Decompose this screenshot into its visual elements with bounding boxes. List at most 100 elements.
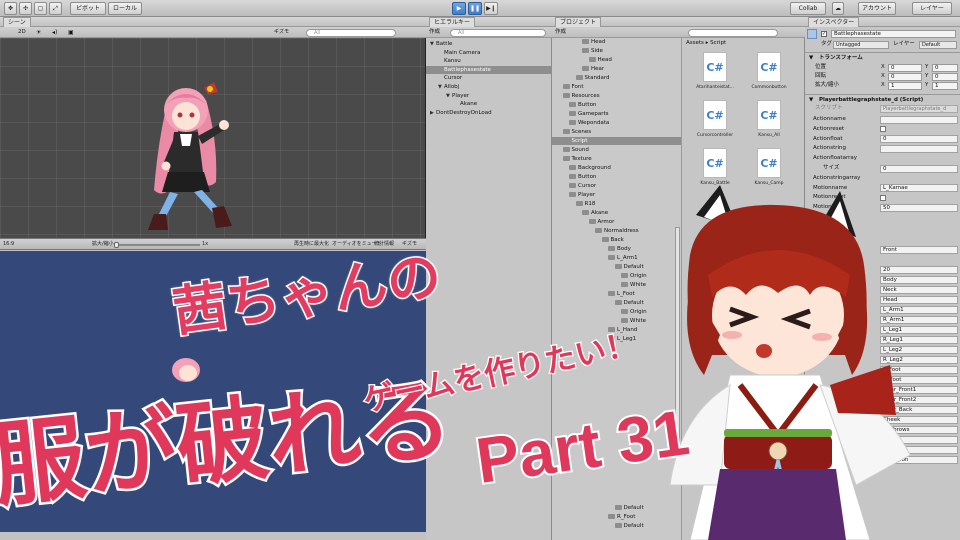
script-asset[interactable]: C# Atarihanteistat... (689, 52, 741, 90)
scene-search-input[interactable]: All (306, 28, 396, 37)
sun-icon[interactable]: ☀ (36, 28, 41, 37)
scale-x-field[interactable]: 1 (888, 82, 922, 90)
account-dropdown[interactable]: アカウント (858, 2, 896, 15)
inspector-checkbox[interactable] (880, 126, 886, 133)
project-toolbar: 作成 (552, 27, 805, 38)
project-folder-item[interactable]: Button (552, 101, 681, 109)
scale-slider[interactable] (114, 242, 200, 248)
hierarchy-toolbar: 作成 All (426, 27, 552, 38)
inspector-field-input[interactable] (880, 144, 958, 153)
scale-label: 拡大/縮小 (92, 241, 114, 247)
tab-inspector[interactable]: インスペクター (808, 17, 860, 27)
scale-y-field[interactable]: 1 (932, 82, 958, 90)
scene-view[interactable] (0, 38, 426, 238)
script-label: スクリプト (815, 105, 843, 111)
hierarchy-item[interactable]: Battlephasestate (426, 65, 552, 74)
project-folder-item[interactable]: Scenes (552, 128, 681, 136)
project-folder-item[interactable]: Button (552, 173, 681, 181)
folder-icon (595, 227, 602, 233)
position-y-field[interactable]: 0 (932, 64, 958, 72)
folder-icon (608, 290, 615, 296)
pause-button[interactable]: ❚❚ (468, 2, 482, 15)
script-asset[interactable]: C# Cursorcontroller (689, 100, 741, 138)
project-folder-item[interactable]: Sound (552, 146, 681, 154)
folder-icon (608, 513, 615, 519)
breadcrumb-assets[interactable]: Assets (686, 40, 704, 46)
hierarchy-item[interactable]: Akane (426, 100, 552, 108)
rect-tool-button[interactable]: ▢ (34, 2, 47, 15)
folder-icon (575, 200, 583, 206)
rotation-y-field[interactable]: 0 (932, 73, 958, 81)
script-asset[interactable]: C# Kansu_Camp (743, 148, 795, 186)
hierarchy-item[interactable]: ▼ Allobj (426, 83, 552, 91)
project-folder-item[interactable]: Standard (552, 74, 681, 82)
folder-icon (621, 272, 628, 278)
hierarchy-item[interactable]: Kansu (426, 57, 552, 65)
hierarchy-item[interactable]: ▶ DontDestroyOnLoad (426, 109, 552, 117)
hand-tool-button[interactable]: ✥ (4, 2, 17, 15)
rotation-x-field[interactable]: 0 (888, 73, 922, 81)
script-asset[interactable]: C# Kansu_Battle (689, 148, 741, 186)
hierarchy-item-label: Allobj (444, 84, 460, 90)
project-folder-item[interactable]: Head (552, 56, 681, 64)
folder-icon (562, 155, 570, 161)
layers-dropdown[interactable]: レイヤー (912, 2, 952, 15)
2d-toggle[interactable]: 2D (18, 28, 26, 37)
project-folder-item[interactable]: Script (552, 137, 681, 145)
project-folder-item[interactable]: Head (552, 38, 681, 46)
hierarchy-item[interactable]: ▼ Battle (426, 40, 552, 48)
hierarchy-item[interactable]: Cursor (426, 74, 552, 82)
tag-dropdown[interactable]: Untagged (833, 41, 889, 49)
folder-label: Scenes (571, 129, 592, 135)
hierarchy-search-input[interactable]: All (450, 28, 546, 37)
project-folder-item[interactable]: Font (552, 83, 681, 91)
tab-hierarchy[interactable]: ヒエラルキー (429, 17, 476, 27)
local-toggle[interactable]: ローカル (108, 2, 142, 15)
transform-section-header[interactable]: ▼ トランスフォーム (805, 52, 960, 62)
scene-gizmos-dropdown[interactable]: ギズモ (274, 28, 289, 37)
project-search-input[interactable] (688, 28, 778, 37)
project-folder-item[interactable]: Gameparts (552, 110, 681, 118)
tab-project[interactable]: プロジェクト (555, 17, 602, 27)
project-folder-item[interactable]: Side (552, 47, 681, 55)
aspect-dropdown[interactable]: 16:9 (3, 239, 14, 249)
step-button[interactable]: ▶❙ (484, 2, 498, 15)
active-checkbox[interactable]: ✓ (821, 31, 827, 37)
component-header[interactable]: ▼ Playerbattlegraphstate_d (Script) (805, 94, 960, 104)
script-asset[interactable]: C# Kansu_All (743, 100, 795, 138)
folder-label: L_Foot (617, 291, 635, 297)
image-icon[interactable]: ▣ (68, 28, 74, 37)
project-create-dropdown[interactable]: 作成 (555, 28, 566, 37)
project-folder-item[interactable]: Background (552, 164, 681, 172)
hierarchy-item[interactable]: Main Camera (426, 49, 552, 57)
tab-scene[interactable]: シーン (3, 17, 31, 27)
folder-icon (582, 209, 589, 215)
folder-label: Head (591, 39, 606, 45)
scale-slider-handle[interactable] (114, 242, 119, 248)
breadcrumb-script[interactable]: Script (710, 40, 726, 46)
project-folder-item[interactable]: Resources (552, 92, 681, 100)
audio-icon[interactable]: ◂) (52, 28, 57, 37)
project-folder-item[interactable]: Hear (552, 65, 681, 73)
scale-tool-button[interactable]: ⤢ (49, 2, 62, 15)
move-tool-button[interactable]: ✣ (19, 2, 32, 15)
inspector-field-input[interactable]: 0 (880, 164, 958, 173)
folder-icon (614, 504, 622, 510)
hierarchy-create-dropdown[interactable]: 作成 (429, 28, 440, 37)
inspector-field-input[interactable] (880, 115, 958, 124)
inspector-field-input[interactable]: 0 (880, 135, 958, 144)
step-icon: ▶❙ (486, 5, 496, 12)
object-name-field[interactable]: Battlephasestate (831, 30, 956, 38)
hierarchy-item[interactable]: ▼ Player (426, 92, 552, 100)
play-button[interactable]: ▶ (452, 2, 466, 15)
cloud-button[interactable]: ☁ (832, 2, 844, 15)
project-folder-item[interactable]: Wepondata (552, 119, 681, 127)
collab-button[interactable]: Collab (790, 2, 826, 15)
position-x-field[interactable]: 0 (888, 64, 922, 72)
pivot-toggle[interactable]: ピボット (70, 2, 106, 15)
project-folder-item[interactable]: Texture (552, 155, 681, 163)
script-asset[interactable]: C# Commonbutton (743, 52, 795, 90)
scale-icon: ⤢ (53, 5, 58, 12)
hierarchy-item-label: Akane (460, 101, 478, 108)
layer-dropdown[interactable]: Default (919, 41, 957, 49)
